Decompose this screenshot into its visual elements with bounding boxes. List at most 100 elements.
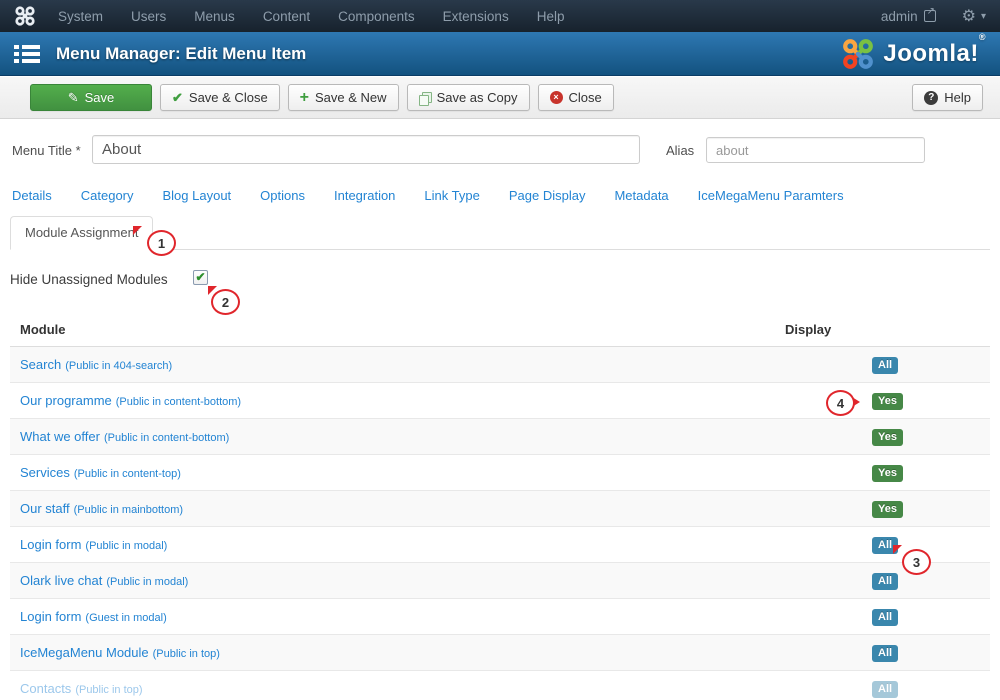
help-icon: ?: [924, 90, 939, 105]
plus-icon: +: [299, 88, 310, 106]
module-name: Search: [20, 356, 62, 372]
joomla-icon: [15, 6, 35, 26]
display-cell: All: [775, 643, 990, 662]
module-link[interactable]: Contacts (Public in top): [20, 681, 143, 696]
toolbar-button-group: ✎ Save ✔ Save & Close + Save & New Save as Cop…: [30, 84, 614, 111]
module-position-note: (Public in top): [75, 683, 143, 696]
alias-input[interactable]: [706, 137, 925, 163]
admin-menu-item-content[interactable]: Content: [263, 9, 310, 24]
display-cell: Yes: [775, 463, 990, 482]
display-status-badge: Yes: [872, 465, 903, 482]
tab-module-assignment[interactable]: Module Assignment: [10, 216, 154, 250]
tab-icemegamenu-paramters[interactable]: IceMegaMenu Paramters: [698, 188, 844, 203]
module-position-note: (Public in mainbottom): [73, 503, 184, 516]
display-cell: All: [775, 679, 990, 698]
list-icon: [14, 44, 40, 63]
module-name: Contacts: [20, 680, 72, 696]
tab-link-type[interactable]: Link Type: [424, 188, 479, 203]
module-cell: What we offer (Public in content-bottom): [10, 428, 775, 446]
module-link[interactable]: Services (Public in content-top): [20, 465, 181, 480]
tab-details[interactable]: Details: [12, 188, 52, 203]
module-name: What we offer: [20, 428, 100, 444]
tab-category[interactable]: Category: [81, 188, 134, 203]
table-row: Login form (Guest in modal) All: [10, 599, 990, 635]
table-row: Login form (Public in modal) All: [10, 527, 990, 563]
module-link[interactable]: What we offer (Public in content-bottom): [20, 429, 229, 444]
admin-top-bar: System Users Menus Content Components Extensi…: [0, 0, 1000, 32]
admin-menu-item-components[interactable]: Components: [338, 9, 415, 24]
user-menu[interactable]: admin: [881, 6, 936, 24]
display-cell: All: [775, 535, 990, 554]
module-column-header: Module: [20, 322, 66, 337]
module-link[interactable]: IceMegaMenu Module (Public in top): [20, 645, 220, 660]
admin-menu: System Users Menus Content Components Extensi…: [58, 9, 564, 24]
module-link[interactable]: Our programme (Public in content-bottom): [20, 393, 241, 408]
save-button[interactable]: ✎ Save: [30, 84, 152, 111]
menu-title-input[interactable]: [92, 135, 640, 164]
table-row: What we offer (Public in content-bottom) Y…: [10, 419, 990, 455]
button-label: Save: [84, 90, 115, 105]
save-as-copy-button[interactable]: Save as Copy: [406, 84, 530, 111]
save-new-button[interactable]: + Save & New: [287, 84, 399, 111]
settings-menu[interactable]: ⚙ ▾: [962, 6, 986, 26]
joomla-wordmark: Joomla!®: [883, 31, 986, 67]
table-row: Contacts (Public in top) All: [10, 671, 990, 700]
tab-metadata[interactable]: Metadata: [614, 188, 668, 203]
admin-menu-item-users[interactable]: Users: [131, 9, 166, 24]
module-link[interactable]: Olark live chat (Public in modal): [20, 573, 188, 588]
chevron-down-icon: ▾: [980, 10, 986, 22]
tab-options[interactable]: Options: [260, 188, 305, 203]
admin-menu-item-menus[interactable]: Menus: [194, 9, 235, 24]
module-cell: Search (Public in 404-search): [10, 356, 775, 374]
display-cell: All: [775, 571, 990, 590]
annotation-pointer-3: [893, 545, 902, 554]
module-position-note: (Public in content-bottom): [115, 395, 242, 408]
page-header: Menu Manager: Edit Menu Item Joomla!®: [0, 32, 1000, 76]
module-position-note: (Guest in modal): [85, 611, 167, 624]
hide-unassigned-row: Hide Unassigned Modules ✔: [0, 268, 1000, 290]
display-cell: Yes: [775, 427, 990, 446]
admin-menu-item-help[interactable]: Help: [537, 9, 565, 24]
display-status-badge: Yes: [872, 501, 903, 518]
copy-icon: [418, 91, 432, 106]
module-name: Services: [20, 464, 70, 480]
module-cell: Services (Public in content-top): [10, 464, 775, 482]
save-close-button[interactable]: ✔ Save & Close: [160, 84, 280, 111]
tab-page-display[interactable]: Page Display: [509, 188, 586, 203]
module-link[interactable]: Our staff (Public in mainbottom): [20, 501, 183, 516]
toolbar: ✎ Save ✔ Save & Close + Save & New Save as Cop…: [0, 77, 1000, 119]
admin-menu-item-extensions[interactable]: Extensions: [443, 9, 509, 24]
module-position-note: (Public in modal): [85, 539, 168, 552]
annotation-2: 2: [211, 289, 240, 315]
module-cell: Contacts (Public in top): [10, 680, 775, 698]
cancel-icon: ×: [549, 91, 563, 104]
admin-menu-item-system[interactable]: System: [58, 9, 103, 24]
table-row: Olark live chat (Public in modal) All: [10, 563, 990, 599]
joomla-admin-page: System Users Menus Content Components Extensi…: [0, 0, 1000, 700]
module-link[interactable]: Login form (Public in modal): [20, 537, 167, 552]
tab-bar: Details Category Blog Layout Options Integra…: [12, 188, 844, 203]
module-cell: IceMegaMenu Module (Public in top): [10, 644, 775, 662]
tab-integration[interactable]: Integration: [334, 188, 395, 203]
display-status-badge: All: [872, 573, 899, 590]
menu-title-label: Menu Title *: [12, 143, 81, 158]
button-label: Save & Close: [188, 90, 268, 105]
hide-unassigned-checkbox[interactable]: ✔: [193, 270, 208, 285]
joomla-brand: Joomla!®: [841, 31, 986, 71]
display-status-badge: All: [872, 357, 899, 374]
close-button[interactable]: × Close: [537, 84, 614, 111]
tab-blog-layout[interactable]: Blog Layout: [163, 188, 232, 203]
module-name: Our programme: [20, 392, 112, 408]
check-icon: ✔: [172, 89, 183, 105]
gear-icon: ⚙: [961, 8, 976, 25]
module-name: IceMegaMenu Module: [20, 644, 149, 660]
button-label: Save & New: [315, 90, 387, 105]
help-button[interactable]: ? Help: [912, 84, 983, 111]
display-status-badge: Yes: [872, 429, 903, 446]
module-link[interactable]: Login form (Guest in modal): [20, 609, 167, 624]
module-cell: Olark live chat (Public in modal): [10, 572, 775, 590]
annotation-3: 3: [902, 549, 931, 575]
annotation-4: 4: [826, 390, 855, 416]
module-link[interactable]: Search (Public in 404-search): [20, 357, 172, 372]
module-position-note: (Public in content-bottom): [103, 431, 230, 444]
